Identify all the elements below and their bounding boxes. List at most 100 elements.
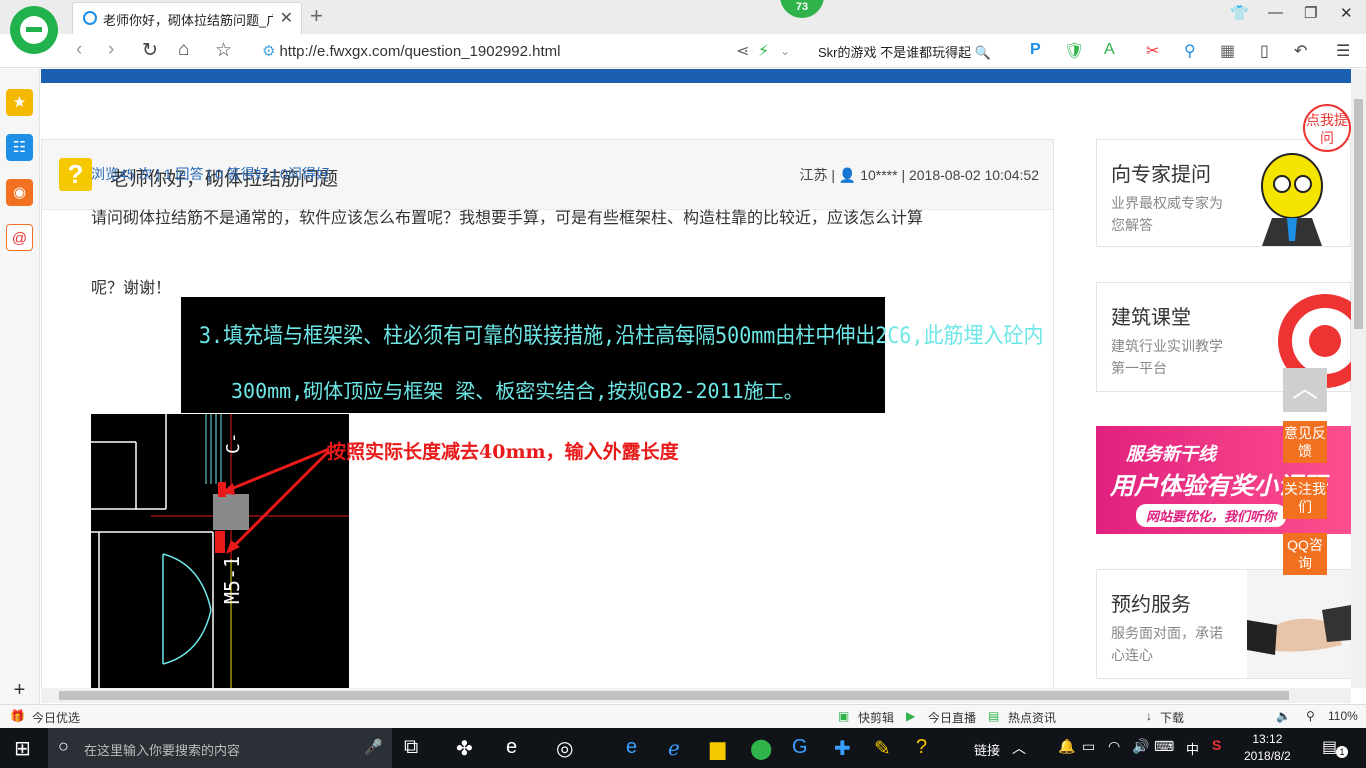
cad-label: M5-1 <box>220 556 244 604</box>
status-bar: 🎁 今日优选 ▣ 快剪辑 ▶ 今日直播 ▤ 热点资讯 ↓ 下载 🔈 ⚲ 110% <box>0 704 1366 728</box>
file-explorer-icon[interactable]: ▆ <box>710 736 725 761</box>
expert-title: 向专家提问 <box>1111 164 1211 186</box>
ime-indicator[interactable]: 中 <box>1186 739 1199 758</box>
battery-icon[interactable]: ▭ <box>1082 738 1095 755</box>
zoom-level[interactable]: 110% <box>1328 709 1358 723</box>
expert-card[interactable]: 向专家提问 业界最权威专家为您解答 <box>1096 139 1351 247</box>
question-meta: 江苏 | 👤 10**** | 2018-08-02 10:04:52 <box>799 167 1039 183</box>
notes-app-icon[interactable]: ✎ <box>874 736 891 761</box>
back-to-top-button[interactable]: ︿ <box>1283 368 1327 412</box>
tab-close-icon[interactable]: ✕ <box>280 8 293 28</box>
tray-expand-icon[interactable]: ︿ <box>1012 738 1026 758</box>
shirt-skin-icon[interactable]: 👕 <box>1230 4 1249 22</box>
add-icon[interactable]: + <box>6 677 33 704</box>
scissors-icon[interactable]: ✂ <box>1146 41 1159 61</box>
edge-app-icon[interactable]: e <box>506 736 517 759</box>
volume-icon[interactable]: 🔈 <box>1276 709 1291 723</box>
search-text: Skr的游戏 不是谁都玩得起 <box>818 45 972 60</box>
sogou-s-icon[interactable]: S <box>1212 737 1221 753</box>
horizontal-scroll-thumb[interactable] <box>59 691 1289 700</box>
booking-title: 预约服务 <box>1111 594 1191 616</box>
statusbar-item-news[interactable]: 热点资讯 <box>1008 709 1056 726</box>
help-app-icon[interactable]: ? <box>916 736 927 759</box>
statusbar-item-live[interactable]: 今日直播 <box>928 709 976 726</box>
clock[interactable]: 13:12 2018/8/2 <box>1244 731 1291 765</box>
wifi-icon[interactable]: ◠ <box>1108 738 1120 755</box>
search-icon[interactable]: 🔍 <box>971 45 991 60</box>
share-icon[interactable]: ⋖ <box>736 41 749 61</box>
question-body-line1: 请问砌体拉结筋不是通常的，软件应该怎么布置呢？我想要手算，可是有些框架柱、构造柱… <box>91 210 924 227</box>
mascot-image <box>1261 153 1323 246</box>
app-p-icon[interactable]: P <box>1030 41 1041 59</box>
cortana-circle-icon: ○ <box>58 736 69 756</box>
favorite-star-icon[interactable]: ☆ <box>215 39 232 62</box>
today-picks-link[interactable]: 今日优选 <box>32 709 80 726</box>
cad-note-image: 3.填充墙与框架梁、柱必须有可靠的联接措施,沿柱高每隔500mm由柱中伸出2C6… <box>181 297 1044 413</box>
speaker-icon[interactable]: 🔊 <box>1132 738 1149 755</box>
question-body-line2: 呢？谢谢！ <box>91 280 172 297</box>
new-tab-icon[interactable]: + <box>310 3 323 29</box>
task-view-icon[interactable]: ⧉ <box>404 736 418 759</box>
undo-icon[interactable]: ↶ <box>1294 41 1307 61</box>
weibo-icon[interactable]: ◉ <box>6 179 33 206</box>
home-icon[interactable]: ⌂ <box>178 39 189 61</box>
classroom-subtitle: 建筑行业实训教学第一平台 <box>1111 338 1223 376</box>
url-field[interactable]: ⚙ http://e.fwxgx.com/question_1902992.htm… <box>262 42 560 60</box>
magnifier-icon[interactable]: ⚲ <box>1184 41 1196 61</box>
notification-bell-icon[interactable]: 🔔 <box>1058 738 1075 755</box>
statusbar-item-download[interactable]: 下载 <box>1160 709 1184 726</box>
statusbar-item-clip[interactable]: 快剪辑 <box>858 709 894 726</box>
microphone-icon[interactable]: 🎤 <box>364 738 383 756</box>
follow-us-button[interactable]: 关注我们 <box>1283 477 1327 519</box>
edge-browser-icon[interactable]: e <box>626 736 637 759</box>
browser-logo[interactable] <box>10 6 58 54</box>
menu-icon[interactable]: ☰ <box>1336 41 1350 61</box>
qq-consult-button[interactable]: QQ咨询 <box>1283 533 1327 575</box>
fan-app-icon[interactable]: ✤ <box>456 736 473 761</box>
restore-icon[interactable]: ❐ <box>1304 4 1317 22</box>
chevron-down-icon[interactable]: ⌄ <box>780 44 790 58</box>
close-window-icon[interactable]: ✕ <box>1340 4 1353 22</box>
shield-yen-icon[interactable]: 🛡 <box>1064 41 1084 61</box>
gift-icon: 🎁 <box>10 709 25 723</box>
vertical-scroll-thumb[interactable] <box>1354 99 1363 329</box>
ask-me-tag[interactable]: 点我提问 <box>1303 104 1351 152</box>
notification-badge[interactable]: 73 <box>780 0 824 18</box>
horizontal-scrollbar[interactable] <box>41 688 1351 703</box>
feedback-button[interactable]: 意见反馈 <box>1283 421 1327 463</box>
ie-browser-icon[interactable]: ℯ <box>668 736 680 761</box>
tablet-icon[interactable]: ▯ <box>1260 41 1269 61</box>
forward-icon[interactable]: › <box>108 39 114 61</box>
booking-card[interactable]: 预约服务 服务面对面，承诺心连心 <box>1096 569 1351 679</box>
tab-title: 老师你好，砌体拉结筋问题_广联 <box>103 13 273 28</box>
expert-subtitle: 业界最权威专家为您解答 <box>1111 195 1223 233</box>
reading-list-icon[interactable]: ☷ <box>6 134 33 161</box>
swirl-app-icon[interactable]: ◎ <box>556 736 573 761</box>
360-browser-icon[interactable]: ⬤ <box>750 736 772 761</box>
apps-grid-icon[interactable]: ▦ <box>1220 41 1235 61</box>
links-toolbar[interactable]: 链接 <box>974 740 1000 759</box>
keyboard-icon[interactable]: ⌨ <box>1154 738 1174 755</box>
news-icon: ▤ <box>988 709 1000 723</box>
taskbar-search-placeholder: 在这里输入你要搜索的内容 <box>84 743 241 758</box>
search-input[interactable]: Skr的游戏 不是谁都玩得起 🔍 <box>812 38 1008 64</box>
taskbar-search[interactable]: ○ 在这里输入你要搜索的内容 🎤 <box>48 728 392 768</box>
back-icon[interactable]: ‹ <box>76 39 82 61</box>
plus-app-icon[interactable]: ✚ <box>834 736 851 761</box>
notification-count-badge: 1 <box>1336 746 1348 758</box>
lightning-icon[interactable]: ⚡ <box>758 41 769 61</box>
tab-active[interactable]: 老师你好，砌体拉结筋问题_广联 ✕ <box>72 2 302 34</box>
translate-icon[interactable]: A <box>1104 41 1115 59</box>
email-at-icon[interactable]: @ <box>6 224 33 251</box>
booking-subtitle: 服务面对面，承诺心连心 <box>1111 625 1223 663</box>
g-app-icon[interactable]: G <box>792 736 808 759</box>
action-center-icon[interactable]: ▤ <box>1322 737 1337 757</box>
windows-start-icon[interactable]: ⊞ <box>14 736 31 761</box>
cad-note-line2: 300mm,砌体顶应与框架 梁、板密实结合,按规GB2-2011施工。 <box>231 379 804 403</box>
refresh-icon[interactable]: ↻ <box>142 39 158 62</box>
vertical-scrollbar[interactable] <box>1351 69 1366 688</box>
cad-note-line1: 3.填充墙与框架梁、柱必须有可靠的联接措施,沿柱高每隔500mm由柱中伸出2C6… <box>199 321 1044 349</box>
question-stats[interactable]: 浏览45 次 | 1 回答 | 0 答得好 | 0问得好 <box>91 164 330 184</box>
favorites-star-icon[interactable]: ★ <box>6 89 33 116</box>
minimize-icon[interactable]: — <box>1268 4 1283 21</box>
